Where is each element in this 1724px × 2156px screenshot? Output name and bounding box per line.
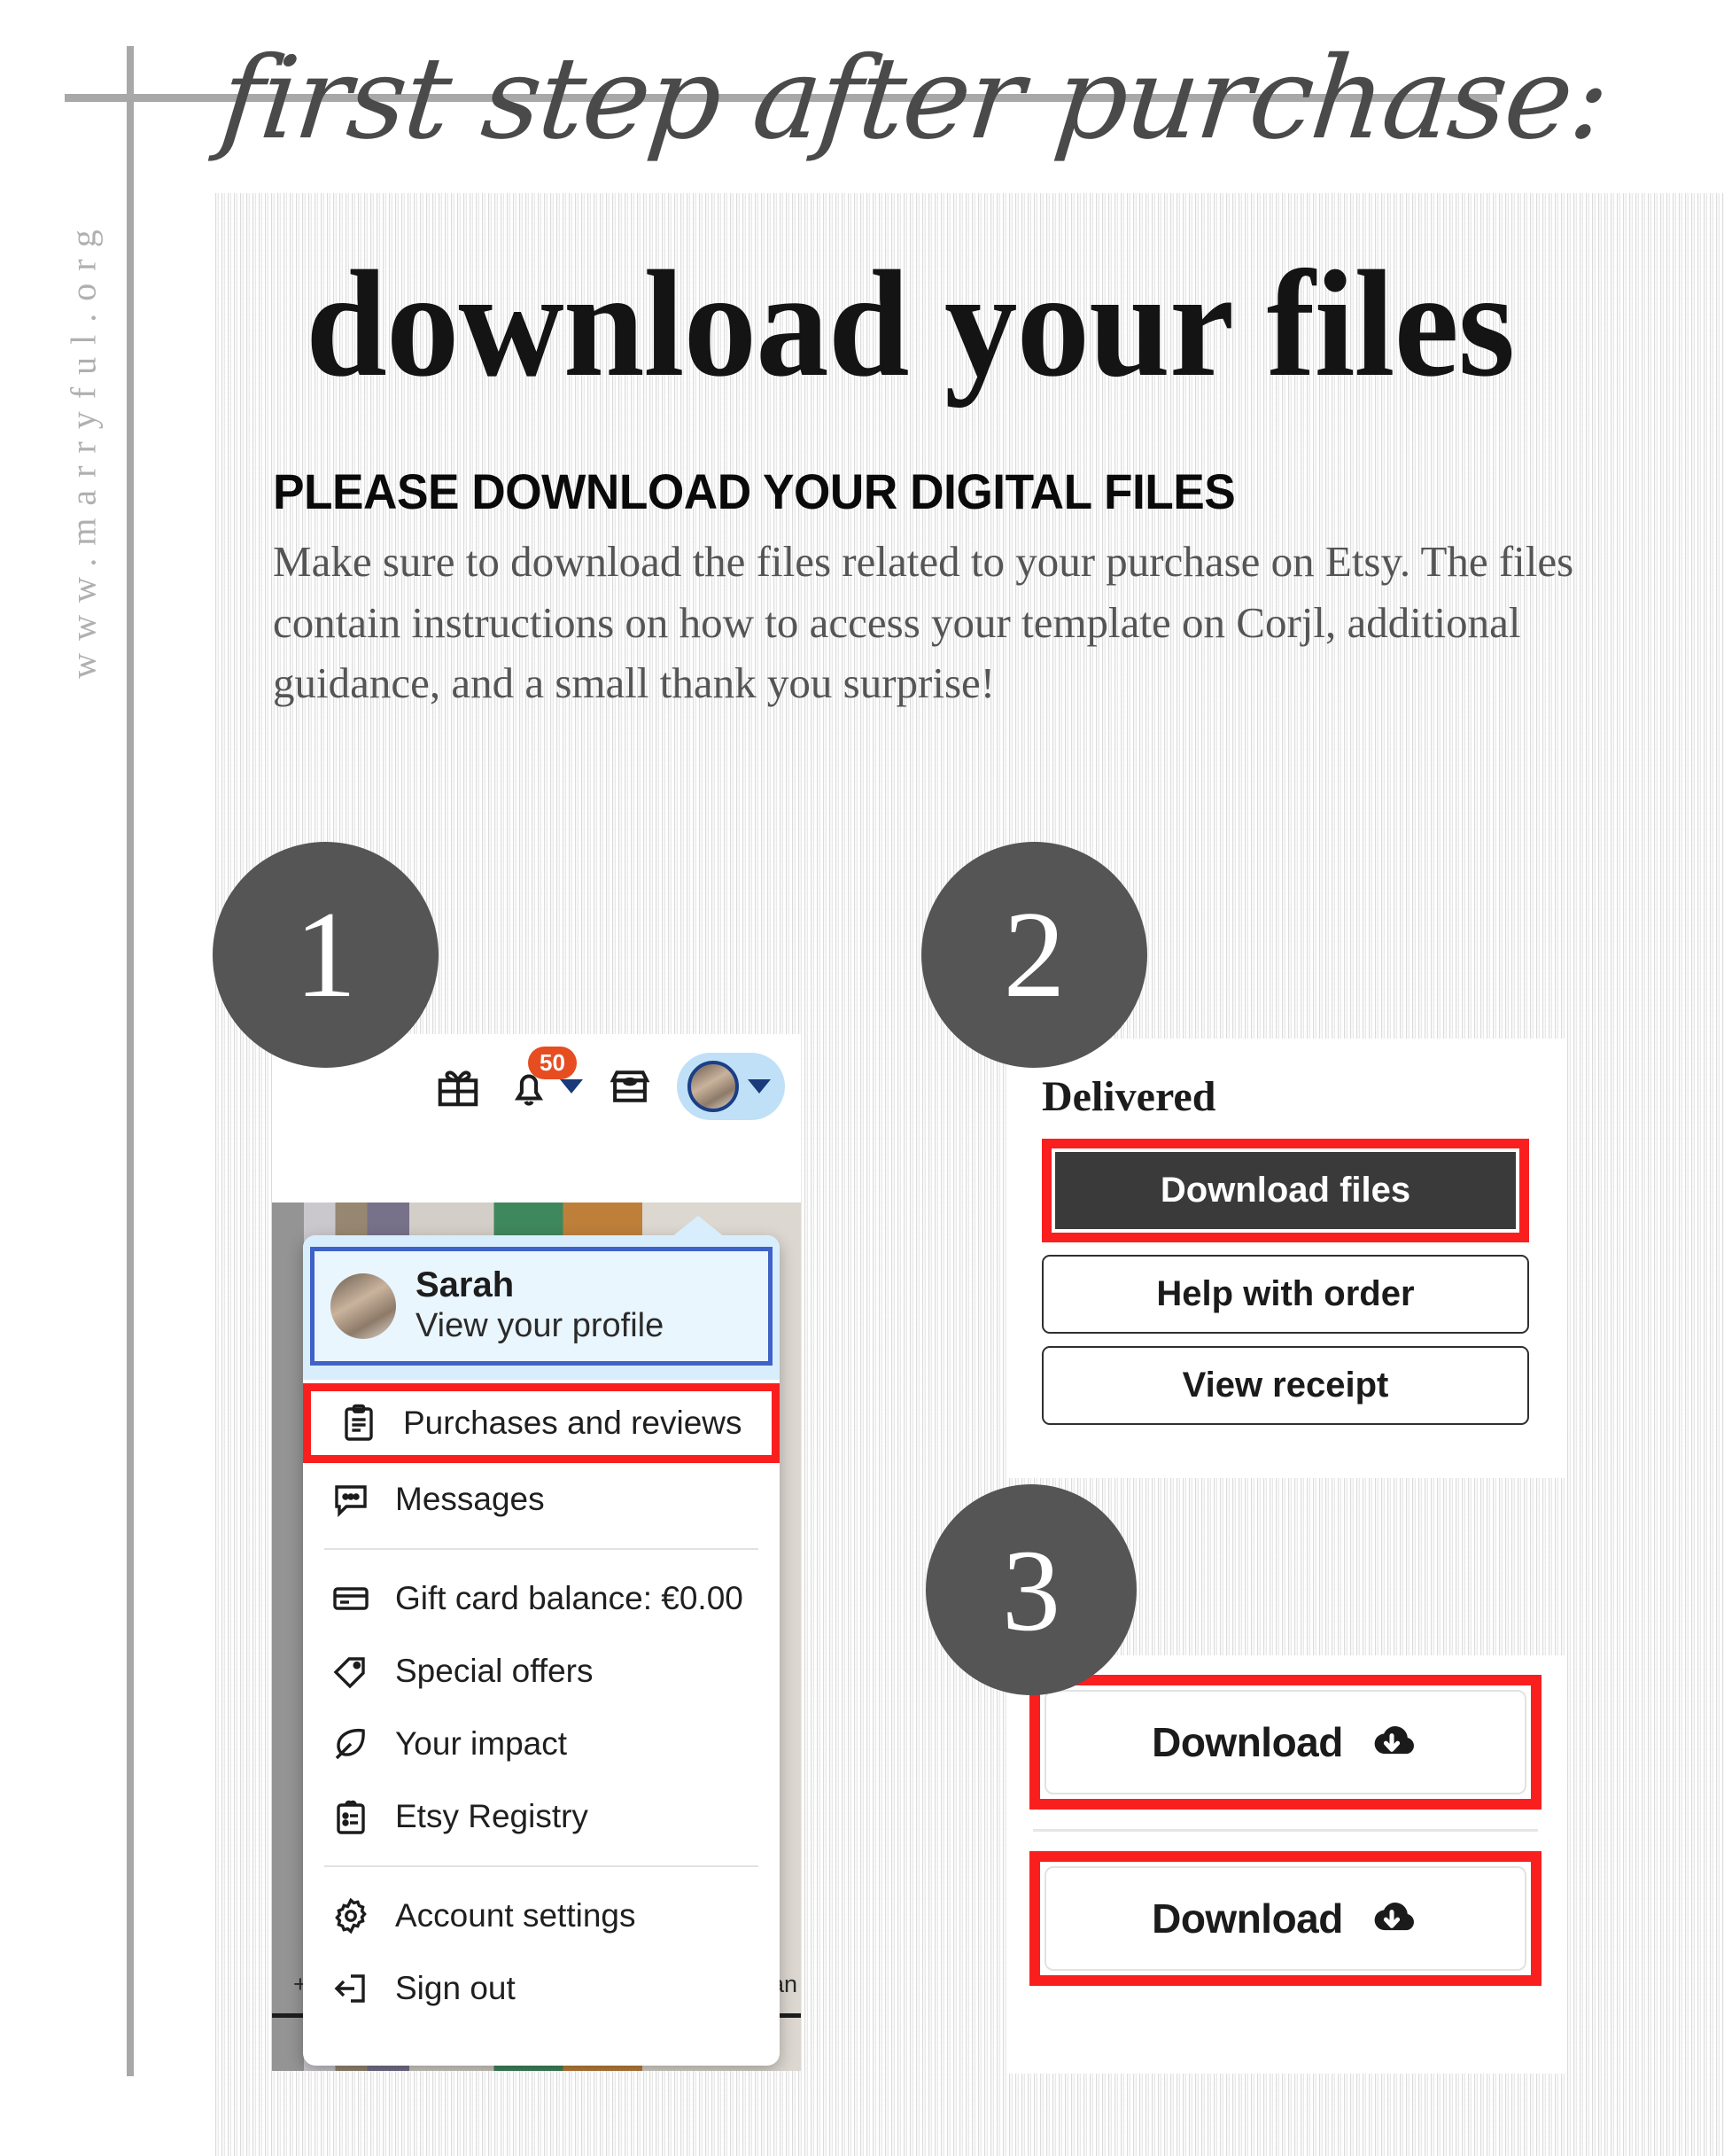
- profile-name: Sarah: [415, 1265, 515, 1304]
- dropdown-pointer: [672, 1216, 725, 1237]
- step-badge-1-number: 1: [294, 886, 357, 1024]
- file-download-list: Download Download: [1006, 1655, 1565, 2074]
- dropdown-profile-band: Sarah View your profile: [303, 1235, 780, 1381]
- view-profile-row[interactable]: Sarah View your profile: [310, 1247, 773, 1366]
- gear-icon: [330, 1895, 372, 1937]
- step-badge-2-number: 2: [1003, 886, 1066, 1024]
- menu-item-special-offers[interactable]: Special offers: [303, 1635, 780, 1708]
- menu-item-label: Your impact: [395, 1725, 568, 1763]
- menu-item-etsy-registry[interactable]: Etsy Registry: [303, 1780, 780, 1853]
- help-with-order-button[interactable]: Help with order: [1042, 1255, 1529, 1334]
- download-button-2-label: Download: [1152, 1895, 1343, 1942]
- chevron-down-icon: [748, 1079, 771, 1094]
- menu-item-messages[interactable]: Messages: [303, 1463, 780, 1536]
- menu-item-label: Gift card balance: €0.00: [395, 1580, 743, 1617]
- download-button-1[interactable]: Download: [1044, 1690, 1526, 1794]
- shop-icon[interactable]: [606, 1062, 654, 1110]
- download-files-highlight: Download files: [1042, 1139, 1529, 1242]
- cloud-download-icon: [1364, 1721, 1419, 1763]
- sign-out-icon: [330, 1967, 372, 2010]
- menu-item-label: Messages: [395, 1481, 545, 1518]
- decorative-vertical-rule: [127, 46, 134, 2076]
- download-button-2-highlight: Download: [1029, 1851, 1542, 1986]
- price-tag-icon: [330, 1650, 372, 1693]
- menu-item-label: Sign out: [395, 1970, 516, 2007]
- account-menu-button[interactable]: [677, 1053, 785, 1120]
- menu-item-your-impact[interactable]: Your impact: [303, 1708, 780, 1780]
- menu-item-purchases-and-reviews[interactable]: Purchases and reviews: [303, 1383, 780, 1464]
- profile-avatar: [330, 1273, 396, 1340]
- step-badge-3: 3: [926, 1484, 1137, 1695]
- etsy-account-menu-screenshot: + m an 50: [272, 1034, 801, 2071]
- menu-item-label: Purchases and reviews: [403, 1405, 742, 1442]
- avatar: [687, 1061, 739, 1112]
- download-button-1-label: Download: [1152, 1719, 1343, 1765]
- intro-paragraph: Make sure to download the files related …: [273, 537, 1574, 708]
- leaf-icon: [330, 1723, 372, 1765]
- registry-icon: [330, 1795, 372, 1838]
- step-badge-2: 2: [921, 842, 1147, 1068]
- credit-card-icon: [330, 1577, 372, 1620]
- menu-divider: [324, 1548, 758, 1551]
- menu-item-label: Account settings: [395, 1897, 636, 1934]
- download-list-divider: [1033, 1829, 1538, 1832]
- chevron-down-icon: [560, 1079, 583, 1094]
- clipboard-icon: [338, 1402, 380, 1444]
- account-dropdown-menu: Sarah View your profile Purchases and re…: [303, 1216, 780, 2066]
- website-url-vertical: www.marryful.org: [63, 217, 104, 679]
- gift-icon[interactable]: [434, 1062, 482, 1110]
- cloud-download-icon: [1364, 1897, 1419, 1940]
- menu-item-account-settings[interactable]: Account settings: [303, 1880, 780, 1952]
- menu-item-gift-card-balance[interactable]: Gift card balance: €0.00: [303, 1562, 780, 1635]
- notifications-button[interactable]: 50: [505, 1047, 583, 1110]
- message-bubble-icon: [330, 1478, 372, 1521]
- step-badge-3-number: 3: [1002, 1524, 1060, 1655]
- menu-item-label: Special offers: [395, 1653, 594, 1690]
- order-status-label: Delivered: [1042, 1073, 1216, 1120]
- script-subtitle: first step after purchase:: [214, 33, 1615, 165]
- download-button-1-highlight: Download: [1029, 1675, 1542, 1810]
- menu-item-label: Etsy Registry: [395, 1798, 588, 1835]
- order-actions-panel: Delivered Download files Help with order…: [1006, 1039, 1565, 1478]
- download-files-button[interactable]: Download files: [1055, 1152, 1516, 1229]
- page-title: download your files: [306, 240, 1515, 409]
- section-heading: PLEASE DOWNLOAD YOUR DIGITAL FILES: [273, 463, 1236, 519]
- download-button-2[interactable]: Download: [1044, 1866, 1526, 1971]
- view-receipt-button[interactable]: View receipt: [1042, 1346, 1529, 1425]
- step-badge-1: 1: [213, 842, 439, 1068]
- menu-divider: [324, 1865, 758, 1868]
- profile-subtitle: View your profile: [415, 1306, 664, 1344]
- menu-item-sign-out[interactable]: Sign out: [303, 1952, 780, 2025]
- notification-count-badge: 50: [528, 1047, 577, 1079]
